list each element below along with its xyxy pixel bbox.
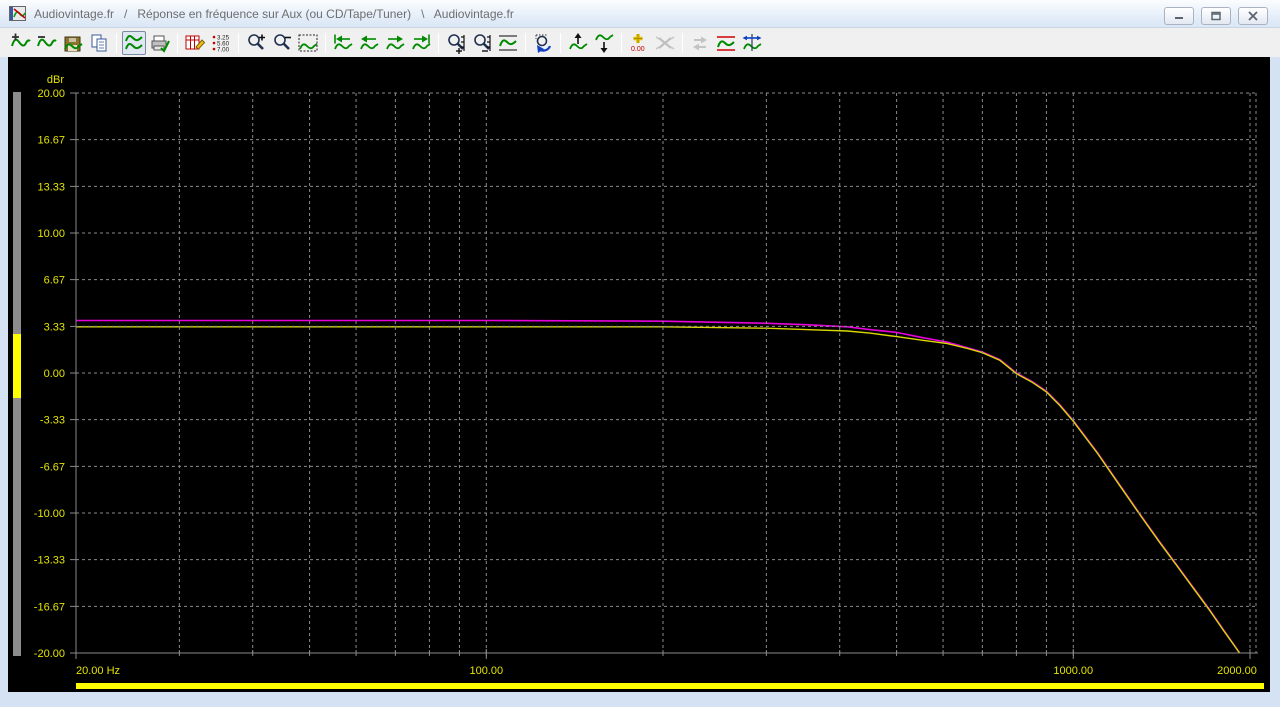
app-icon bbox=[9, 6, 26, 21]
spark-cross-icon bbox=[655, 35, 675, 50]
toolbar-zoom-previous-button[interactable] bbox=[531, 31, 555, 55]
toolbar-zoom-y-in-button[interactable] bbox=[444, 31, 468, 55]
toolbar-separator bbox=[325, 32, 326, 53]
toolbar-clear-offset-button[interactable] bbox=[653, 31, 677, 55]
curve-response-b bbox=[76, 326, 1241, 654]
y-tick-label: 16.67 bbox=[37, 135, 65, 147]
y-axis-title: dBr bbox=[47, 74, 64, 86]
wave-minus-icon bbox=[37, 35, 57, 46]
x-tick-label: 20.00 Hz bbox=[76, 665, 120, 677]
toolbar-shift-curve-down-button[interactable] bbox=[592, 31, 616, 55]
swap-arrows-icon bbox=[693, 36, 707, 50]
toolbar-save-curve-button[interactable] bbox=[61, 31, 85, 55]
toolbar-go-previous-button[interactable] bbox=[357, 31, 381, 55]
number-list-icon: 3.255.607.00 bbox=[212, 34, 230, 53]
svg-text:7.00: 7.00 bbox=[217, 46, 230, 53]
plus-offset-icon: 0.00 bbox=[631, 33, 645, 53]
y-tick-label: 3.33 bbox=[44, 321, 65, 333]
toolbar-edit-measurement-button[interactable] bbox=[183, 31, 207, 55]
toolbar-autoscale-y-button[interactable] bbox=[496, 31, 520, 55]
x-tick-label: 1000.00 bbox=[1053, 665, 1093, 677]
toolbar-separator bbox=[177, 32, 178, 53]
y-tick-label: 20.00 bbox=[37, 88, 65, 100]
magnifier-minus-icon bbox=[274, 33, 291, 50]
wave-cursor-icon bbox=[742, 33, 762, 51]
wave-red-lines-icon bbox=[717, 35, 735, 51]
arrow-left-wave-icon bbox=[360, 35, 379, 49]
toolbar-swap-curves-button[interactable] bbox=[688, 31, 712, 55]
y-tick-label: -6.67 bbox=[40, 461, 65, 473]
toolbar-separator bbox=[238, 32, 239, 53]
maximize-button[interactable] bbox=[1201, 7, 1231, 25]
magnifier-plus-icon bbox=[248, 33, 265, 50]
toolbar-go-next-button[interactable] bbox=[383, 31, 407, 55]
toolbar-fit-view-button[interactable] bbox=[296, 31, 320, 55]
toolbar-separator bbox=[621, 32, 622, 53]
maximize-icon bbox=[1211, 11, 1221, 21]
toolbar-separator bbox=[560, 32, 561, 53]
titlebar: Audiovintage.fr / Réponse en fréquence s… bbox=[0, 0, 1280, 28]
table-pencil-icon bbox=[185, 35, 206, 50]
magnifier-axis-minus-icon bbox=[474, 33, 491, 52]
y-tick-label: -16.67 bbox=[34, 601, 65, 613]
magnifier-axis-plus-icon bbox=[448, 33, 465, 54]
toolbar-go-last-button[interactable] bbox=[409, 31, 433, 55]
printer-wave-icon bbox=[151, 35, 170, 53]
wave-bounds-icon bbox=[499, 34, 517, 51]
y-tick-label: -13.33 bbox=[34, 555, 65, 567]
app-window: Audiovintage.fr / Réponse en fréquence s… bbox=[0, 0, 1280, 707]
toolbar-cursor-measure-button[interactable] bbox=[740, 31, 764, 55]
y-tick-label: -20.00 bbox=[34, 648, 65, 660]
chart-area: dBr 20.00 16.67 13.33 10.00 6.67 3.33 0.00 -3.33… bbox=[8, 57, 1270, 692]
x-tick-label: 2000.00 bbox=[1217, 665, 1257, 677]
y-tick-label: 13.33 bbox=[37, 181, 65, 193]
window-controls bbox=[1164, 7, 1268, 25]
minimize-button[interactable] bbox=[1164, 7, 1194, 25]
double-wave-icon bbox=[125, 34, 143, 49]
y-tick-label: 10.00 bbox=[37, 228, 65, 240]
svg-text:0.00: 0.00 bbox=[631, 46, 645, 53]
y-tick-label: 0.00 bbox=[44, 368, 65, 380]
toolbar-separator bbox=[438, 32, 439, 53]
toolbar-add-offset-button[interactable]: 0.00 bbox=[627, 31, 651, 55]
toolbar-go-first-button[interactable] bbox=[331, 31, 355, 55]
toolbar-remove-curve-button[interactable] bbox=[35, 31, 59, 55]
toolbar-copy-curve-button[interactable] bbox=[87, 31, 111, 55]
copy-pages-icon bbox=[91, 34, 107, 51]
toolbar: 3.25 5.60 7.00 0.00 bbox=[0, 28, 1280, 57]
vertical-range-highlight[interactable] bbox=[13, 334, 21, 398]
arrow-right-wave-icon bbox=[386, 35, 405, 49]
toolbar-separator bbox=[525, 32, 526, 53]
curve-response-a bbox=[76, 319, 1241, 654]
floppy-wave-icon bbox=[64, 36, 83, 51]
minimize-icon bbox=[1175, 17, 1183, 19]
y-tick-label: -3.33 bbox=[40, 415, 65, 427]
y-tick-label: -10.00 bbox=[34, 508, 65, 520]
toolbar-add-curve-button[interactable] bbox=[9, 31, 33, 55]
toolbar-shift-curve-up-button[interactable] bbox=[566, 31, 590, 55]
wave-arrow-down-icon bbox=[595, 33, 614, 53]
wave-plus-icon bbox=[11, 33, 31, 46]
window-title: Audiovintage.fr / Réponse en fréquence s… bbox=[34, 6, 514, 21]
toolbar-value-list-button[interactable]: 3.25 5.60 7.00 bbox=[209, 31, 233, 55]
magnifier-undo-icon bbox=[535, 34, 552, 53]
close-icon bbox=[1248, 11, 1258, 21]
toolbar-zoom-y-out-button[interactable] bbox=[470, 31, 494, 55]
horizontal-scrollbar[interactable] bbox=[76, 683, 1264, 689]
toolbar-overlay-curves-button[interactable] bbox=[122, 30, 146, 55]
arrow-last-wave-icon bbox=[412, 34, 431, 49]
toolbar-zoom-out-button[interactable] bbox=[270, 31, 294, 55]
wave-arrow-up-icon bbox=[569, 32, 588, 49]
wave-box-icon bbox=[298, 34, 318, 51]
toolbar-zoom-in-button[interactable] bbox=[244, 31, 268, 55]
toolbar-print-curve-button[interactable] bbox=[148, 31, 172, 55]
frequency-response-chart: dBr 20.00 16.67 13.33 10.00 6.67 3.33 0.00 -3.33… bbox=[13, 74, 1264, 689]
toolbar-separator bbox=[116, 32, 117, 53]
x-tick-label: 100.00 bbox=[469, 665, 503, 677]
arrow-first-wave-icon bbox=[334, 34, 353, 49]
toolbar-separator bbox=[682, 32, 683, 53]
toolbar-tolerance-lines-button[interactable] bbox=[714, 31, 738, 55]
close-button[interactable] bbox=[1238, 7, 1268, 25]
y-tick-label: 6.67 bbox=[44, 275, 65, 287]
